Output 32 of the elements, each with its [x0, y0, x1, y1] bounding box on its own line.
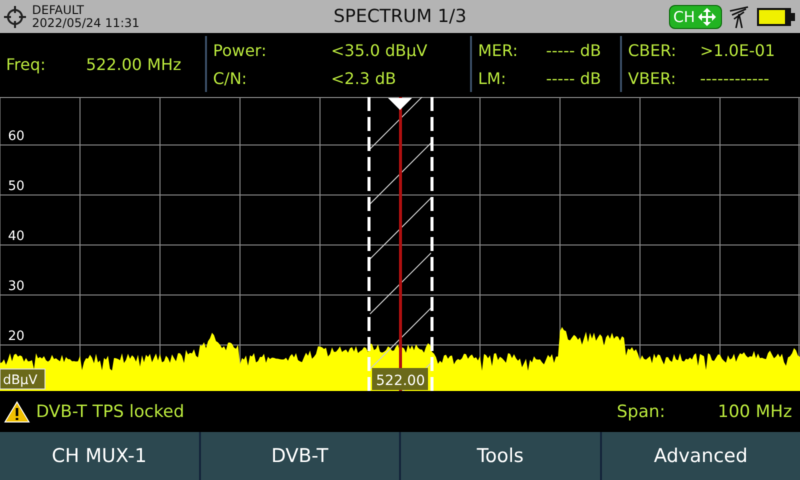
measurement-value: ----- dB — [546, 40, 602, 60]
axis-label: 20 — [8, 329, 25, 344]
measurement-value: ------------ — [700, 68, 770, 88]
axis-label: 40 — [8, 229, 25, 244]
axis-label: 50 — [8, 179, 25, 194]
measurement-label: C/N: — [213, 68, 248, 88]
axis-label: 60 — [8, 129, 25, 144]
span-value: 100 MHz — [718, 402, 792, 422]
crosshair-icon — [4, 6, 26, 28]
axis-label: 30 — [8, 279, 25, 294]
battery-icon — [756, 6, 796, 28]
frequency-label: 522.00 — [372, 368, 428, 390]
marker-triangle-icon — [388, 98, 412, 110]
measurement-label: Freq: — [6, 54, 47, 74]
measurement-label: MER: — [478, 40, 519, 60]
antenna-icon — [728, 4, 750, 28]
status-message: DVB-T TPS locked — [36, 402, 184, 422]
warning-icon — [4, 400, 30, 422]
measurement-value: ----- dB — [546, 68, 602, 88]
profile-name: DEFAULT — [32, 4, 85, 16]
measurement-label: LM: — [478, 68, 508, 88]
measurement-label: Power: — [213, 40, 268, 60]
span-label: Span: — [616, 402, 666, 422]
unit-label: dBµV — [0, 368, 46, 390]
measurement-value: <2.3 dB — [331, 68, 396, 88]
screen-title: SPECTRUM 1/3 — [333, 6, 467, 27]
date-time: 2022/05/24 11:31 — [32, 16, 140, 30]
measurement-value: 522.00 MHz — [86, 54, 182, 74]
measurement-value: >1.0E-01 — [700, 40, 776, 60]
measurement-label: VBER: — [628, 68, 678, 88]
measurement-label: CBER: — [628, 40, 678, 60]
measurement-value: <35.0 dBµV — [331, 40, 428, 60]
